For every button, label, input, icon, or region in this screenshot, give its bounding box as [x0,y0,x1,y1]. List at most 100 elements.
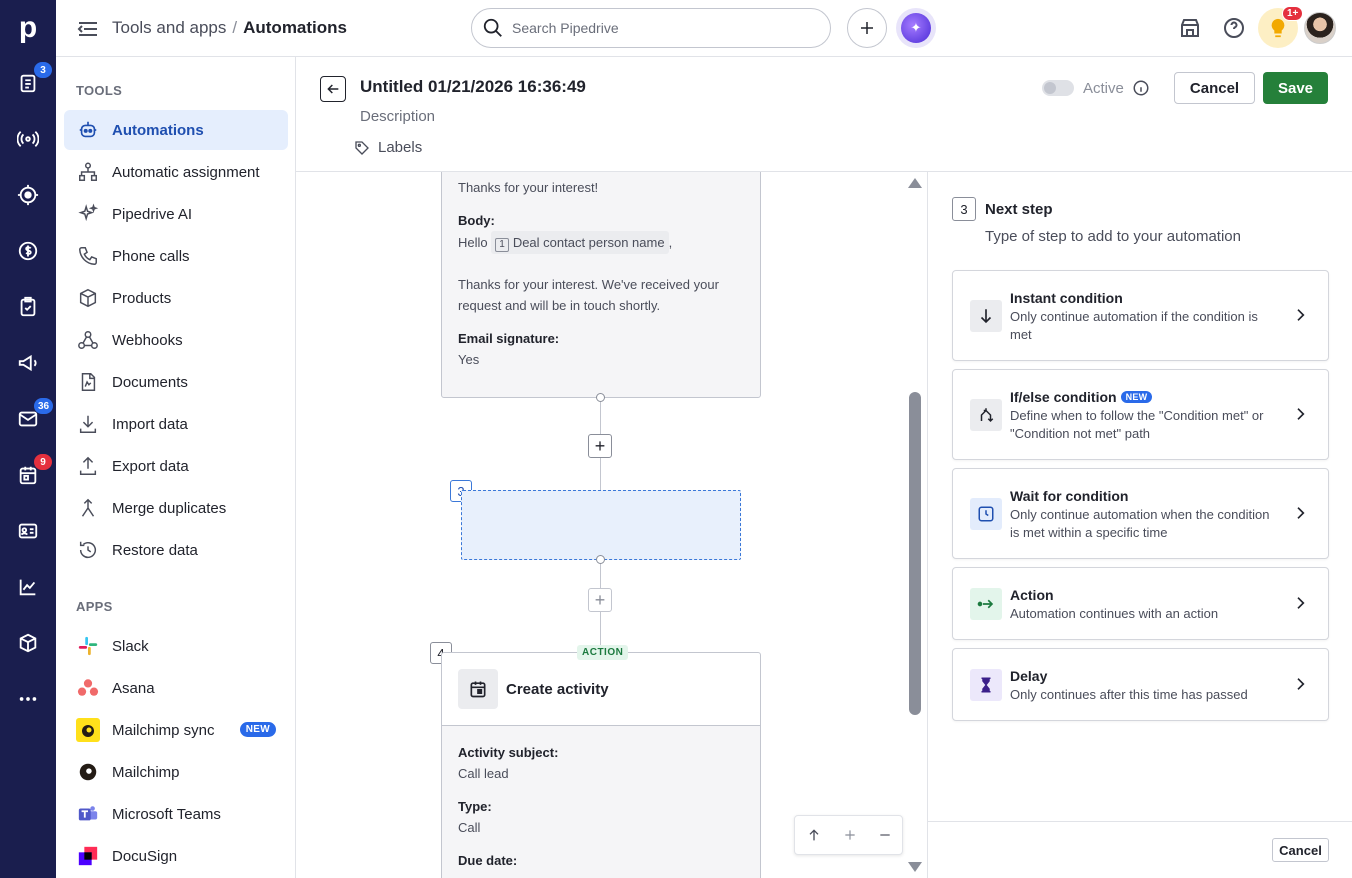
scroll-down-arrow-icon[interactable] [908,862,922,872]
tools-sidebar: TOOLS Automations Automatic assignment P… [56,57,296,878]
sidebar-item-docusign[interactable]: DocuSign [64,836,288,876]
document-icon [76,370,100,394]
cancel-button[interactable]: Cancel [1174,72,1255,104]
email-body-line-1: Thanks for your interest. We've received… [458,277,719,292]
sidebar-item-label: Microsoft Teams [112,805,221,823]
save-button[interactable]: Save [1263,72,1328,104]
scrollbar-thumb[interactable] [909,392,921,715]
sparkle-icon [76,202,100,226]
sidebar-item-merge-duplicates[interactable]: Merge duplicates [64,488,288,528]
sidebar-item-restore-data[interactable]: Restore data [64,530,288,570]
sidebar-item-phone-calls[interactable]: Phone calls [64,236,288,276]
leads-badge: 3 [34,62,52,78]
apps-heading: APPS [76,599,113,614]
new-badge: NEW [239,722,276,737]
option-if-else-condition[interactable]: If/else condition NEW Define when to foll… [952,369,1329,460]
add-step-button[interactable]: + [588,434,612,458]
option-title: Action [1010,587,1054,603]
sidebar-item-label: Products [112,289,172,307]
pipedrive-logo[interactable]: p [0,0,56,56]
active-toggle[interactable] [1042,80,1074,96]
clock-icon [970,498,1002,530]
products-box-icon[interactable] [0,623,56,663]
panel-cancel-button[interactable]: Cancel [1272,838,1329,862]
chevron-right-icon [1297,678,1305,690]
insights-chart-icon[interactable] [0,567,56,607]
merge-field-name: Deal contact person name [512,235,665,250]
connector-dot [596,393,605,402]
mailchimp-icon [76,718,100,742]
step-number-badge: 3 [952,197,976,221]
sidebar-item-automatic-assignment[interactable]: Automatic assignment [64,152,288,192]
sidebar-item-export-data[interactable]: Export data [64,446,288,486]
sidebar-item-mailchimp[interactable]: Mailchimp [64,752,288,792]
send-email-step-card[interactable]: Thanks for your interest! Body: Hello 1D… [441,172,761,398]
info-icon[interactable] [1132,79,1150,97]
ai-assistant-button[interactable]: ✦ [896,8,936,48]
sidebar-item-documents[interactable]: Documents [64,362,288,402]
calendar-icon[interactable]: 9 [0,454,56,495]
tasks-icon[interactable] [0,287,56,327]
add-step-button[interactable]: + [588,588,612,612]
dollar-icon[interactable] [0,231,56,271]
sidebar-item-label: Merge duplicates [112,499,227,517]
option-instant-condition[interactable]: Instant condition Only continue automati… [952,270,1329,361]
zoom-out-icon[interactable] [878,828,892,842]
sidebar-item-mailchimp-sync[interactable]: Mailchimp sync NEW [64,710,288,750]
notification-badge: 1+ [1282,6,1304,21]
scroll-up-arrow-icon[interactable] [908,178,922,188]
sidebar-item-pipedrive-ai[interactable]: Pipedrive AI [64,194,288,234]
contacts-card-icon[interactable] [0,511,56,551]
menu-collapse-icon[interactable] [76,17,100,41]
chevron-right-icon [1297,309,1305,321]
sidebar-item-slack[interactable]: Slack [64,626,288,666]
new-step-placeholder[interactable] [461,490,741,560]
option-title: Wait for condition [1010,488,1129,504]
search-icon [483,18,502,37]
sidebar-item-microsoft-teams[interactable]: Microsoft Teams [64,794,288,834]
connector-line [600,458,601,490]
option-wait-for-condition[interactable]: Wait for condition Only continue automat… [952,468,1329,559]
automation-canvas[interactable]: Thanks for your interest! Body: Hello 1D… [296,172,926,878]
notifications-bulb-button[interactable]: 1+ [1258,6,1304,48]
create-activity-step-card[interactable]: Create activity Activity subject: Call l… [441,652,761,878]
sidebar-item-label: Mailchimp [112,763,180,781]
option-description: Define when to follow the "Condition met… [1010,408,1264,441]
user-avatar[interactable] [1304,12,1336,44]
search-input[interactable] [512,20,812,36]
connector-line [600,564,601,588]
megaphone-icon[interactable] [0,343,56,383]
sidebar-item-products[interactable]: Products [64,278,288,318]
arrow-up-icon[interactable] [806,827,822,843]
option-title: Delay [1010,668,1048,684]
sidebar-item-label: Pipedrive AI [112,205,193,223]
option-delay[interactable]: Delay Only continues after this time has… [952,648,1329,721]
breadcrumb-parent[interactable]: Tools and apps [112,18,226,37]
more-icon[interactable] [0,679,56,719]
search-box[interactable] [471,8,831,48]
automation-title[interactable]: Untitled 01/21/2026 16:36:49 [360,77,586,97]
breadcrumb-separator: / [232,18,238,37]
option-action[interactable]: Action Automation continues with an acti… [952,567,1329,640]
leads-icon[interactable]: 3 [0,62,56,103]
option-title: Instant condition [1010,290,1123,306]
sidebar-item-import-data[interactable]: Import data [64,404,288,444]
labels-button[interactable]: Labels [354,139,422,156]
sidebar-item-label: Slack [112,637,149,655]
zoom-in-icon[interactable] [843,828,857,842]
mail-icon[interactable]: 36 [0,398,56,439]
description-field[interactable]: Description [360,108,435,125]
quick-add-button[interactable] [847,8,887,48]
help-icon[interactable] [1222,16,1246,40]
sidebar-item-webhooks[interactable]: Webhooks [64,320,288,360]
option-description: Only continue automation when the condit… [1010,507,1270,540]
option-description: Only continue automation if the conditio… [1010,309,1258,342]
marketplace-icon[interactable] [1178,16,1202,40]
sidebar-item-automations[interactable]: Automations [64,110,288,150]
target-icon[interactable] [0,175,56,215]
slack-icon [76,634,100,658]
back-button[interactable] [320,76,346,102]
deals-radar-icon[interactable] [0,119,56,159]
merge-field-chip: 1 Deal contact person name [491,231,669,254]
sidebar-item-asana[interactable]: Asana [64,668,288,708]
